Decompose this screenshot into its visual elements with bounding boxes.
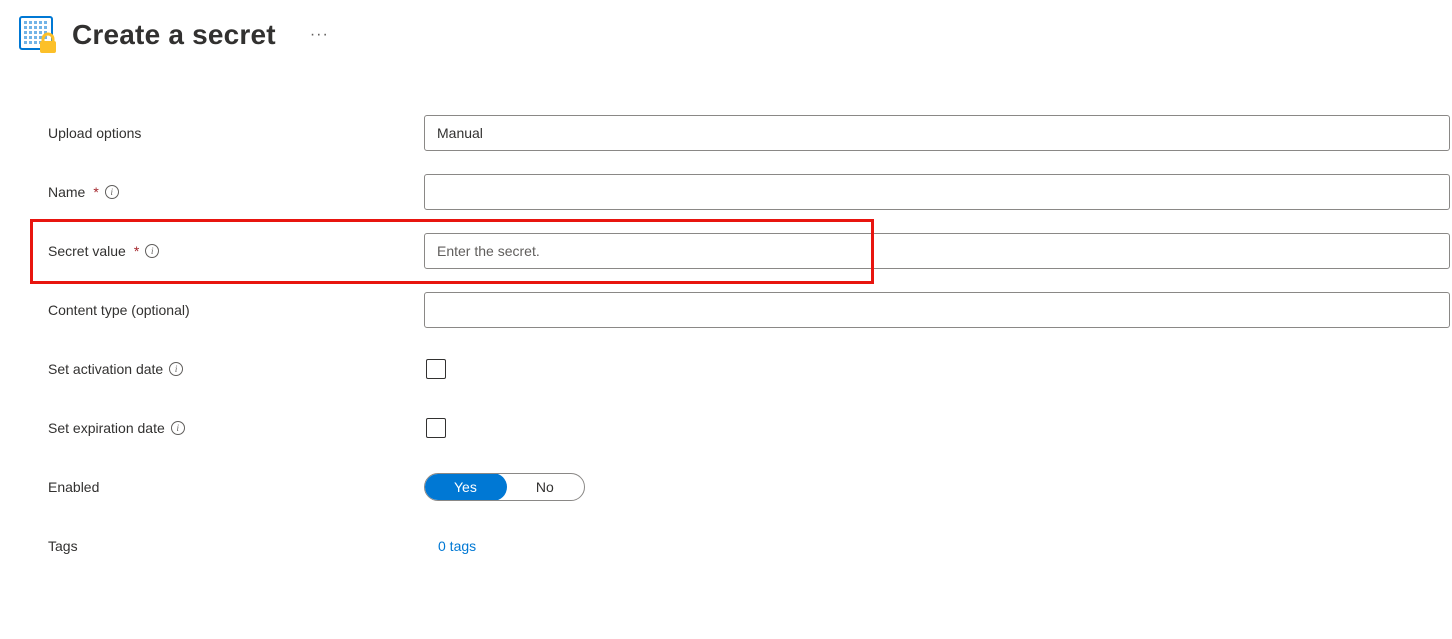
page-title: Create a secret <box>72 19 276 51</box>
more-menu-button[interactable]: ··· <box>310 26 329 44</box>
expiration-date-row: Set expiration date i <box>48 410 1452 446</box>
upload-options-row: Upload options <box>48 115 1452 151</box>
content-type-label: Content type (optional) <box>48 302 424 318</box>
expiration-date-checkbox[interactable] <box>426 418 446 438</box>
required-asterisk: * <box>134 243 139 259</box>
info-icon[interactable]: i <box>105 185 119 199</box>
enabled-row: Enabled Yes No <box>48 469 1452 505</box>
activation-date-checkbox[interactable] <box>426 359 446 379</box>
tags-link[interactable]: 0 tags <box>438 538 476 554</box>
activation-date-label: Set activation date i <box>48 361 424 377</box>
content-type-control <box>424 292 1452 328</box>
secret-value-label: Secret value * i <box>48 243 424 259</box>
enabled-yes-button[interactable]: Yes <box>424 473 507 501</box>
required-asterisk: * <box>93 184 98 200</box>
label-text: Name <box>48 184 85 200</box>
create-secret-page: Create a secret ··· Upload options Name … <box>0 0 1452 564</box>
expiration-date-control <box>424 418 1452 438</box>
page-header: Create a secret ··· <box>18 15 1452 55</box>
enabled-toggle: Yes No <box>424 473 585 501</box>
name-control <box>424 174 1452 210</box>
secret-form: Upload options Name * i Secret value * i <box>18 115 1452 564</box>
info-icon[interactable]: i <box>169 362 183 376</box>
label-text: Enabled <box>48 479 99 495</box>
activation-date-control <box>424 359 1452 379</box>
secret-value-input[interactable] <box>424 233 1450 269</box>
secret-value-row: Secret value * i <box>48 233 1452 269</box>
label-text: Set expiration date <box>48 420 165 436</box>
tags-control: 0 tags <box>424 538 1452 554</box>
info-icon[interactable]: i <box>171 421 185 435</box>
name-label: Name * i <box>48 184 424 200</box>
enabled-control: Yes No <box>424 473 1452 501</box>
activation-date-row: Set activation date i <box>48 351 1452 387</box>
tags-label: Tags <box>48 538 424 554</box>
label-text: Secret value <box>48 243 126 259</box>
key-vault-secret-icon <box>18 15 58 55</box>
secret-value-control <box>424 233 1452 269</box>
info-icon[interactable]: i <box>145 244 159 258</box>
label-text: Upload options <box>48 125 141 141</box>
upload-options-label: Upload options <box>48 125 424 141</box>
tags-row: Tags 0 tags <box>48 528 1452 564</box>
name-row: Name * i <box>48 174 1452 210</box>
content-type-row: Content type (optional) <box>48 292 1452 328</box>
expiration-date-label: Set expiration date i <box>48 420 424 436</box>
content-type-input[interactable] <box>424 292 1450 328</box>
upload-options-control <box>424 115 1452 151</box>
enabled-no-button[interactable]: No <box>506 474 584 500</box>
upload-options-select[interactable] <box>424 115 1450 151</box>
name-input[interactable] <box>424 174 1450 210</box>
label-text: Content type (optional) <box>48 302 190 318</box>
enabled-label: Enabled <box>48 479 424 495</box>
label-text: Tags <box>48 538 78 554</box>
label-text: Set activation date <box>48 361 163 377</box>
